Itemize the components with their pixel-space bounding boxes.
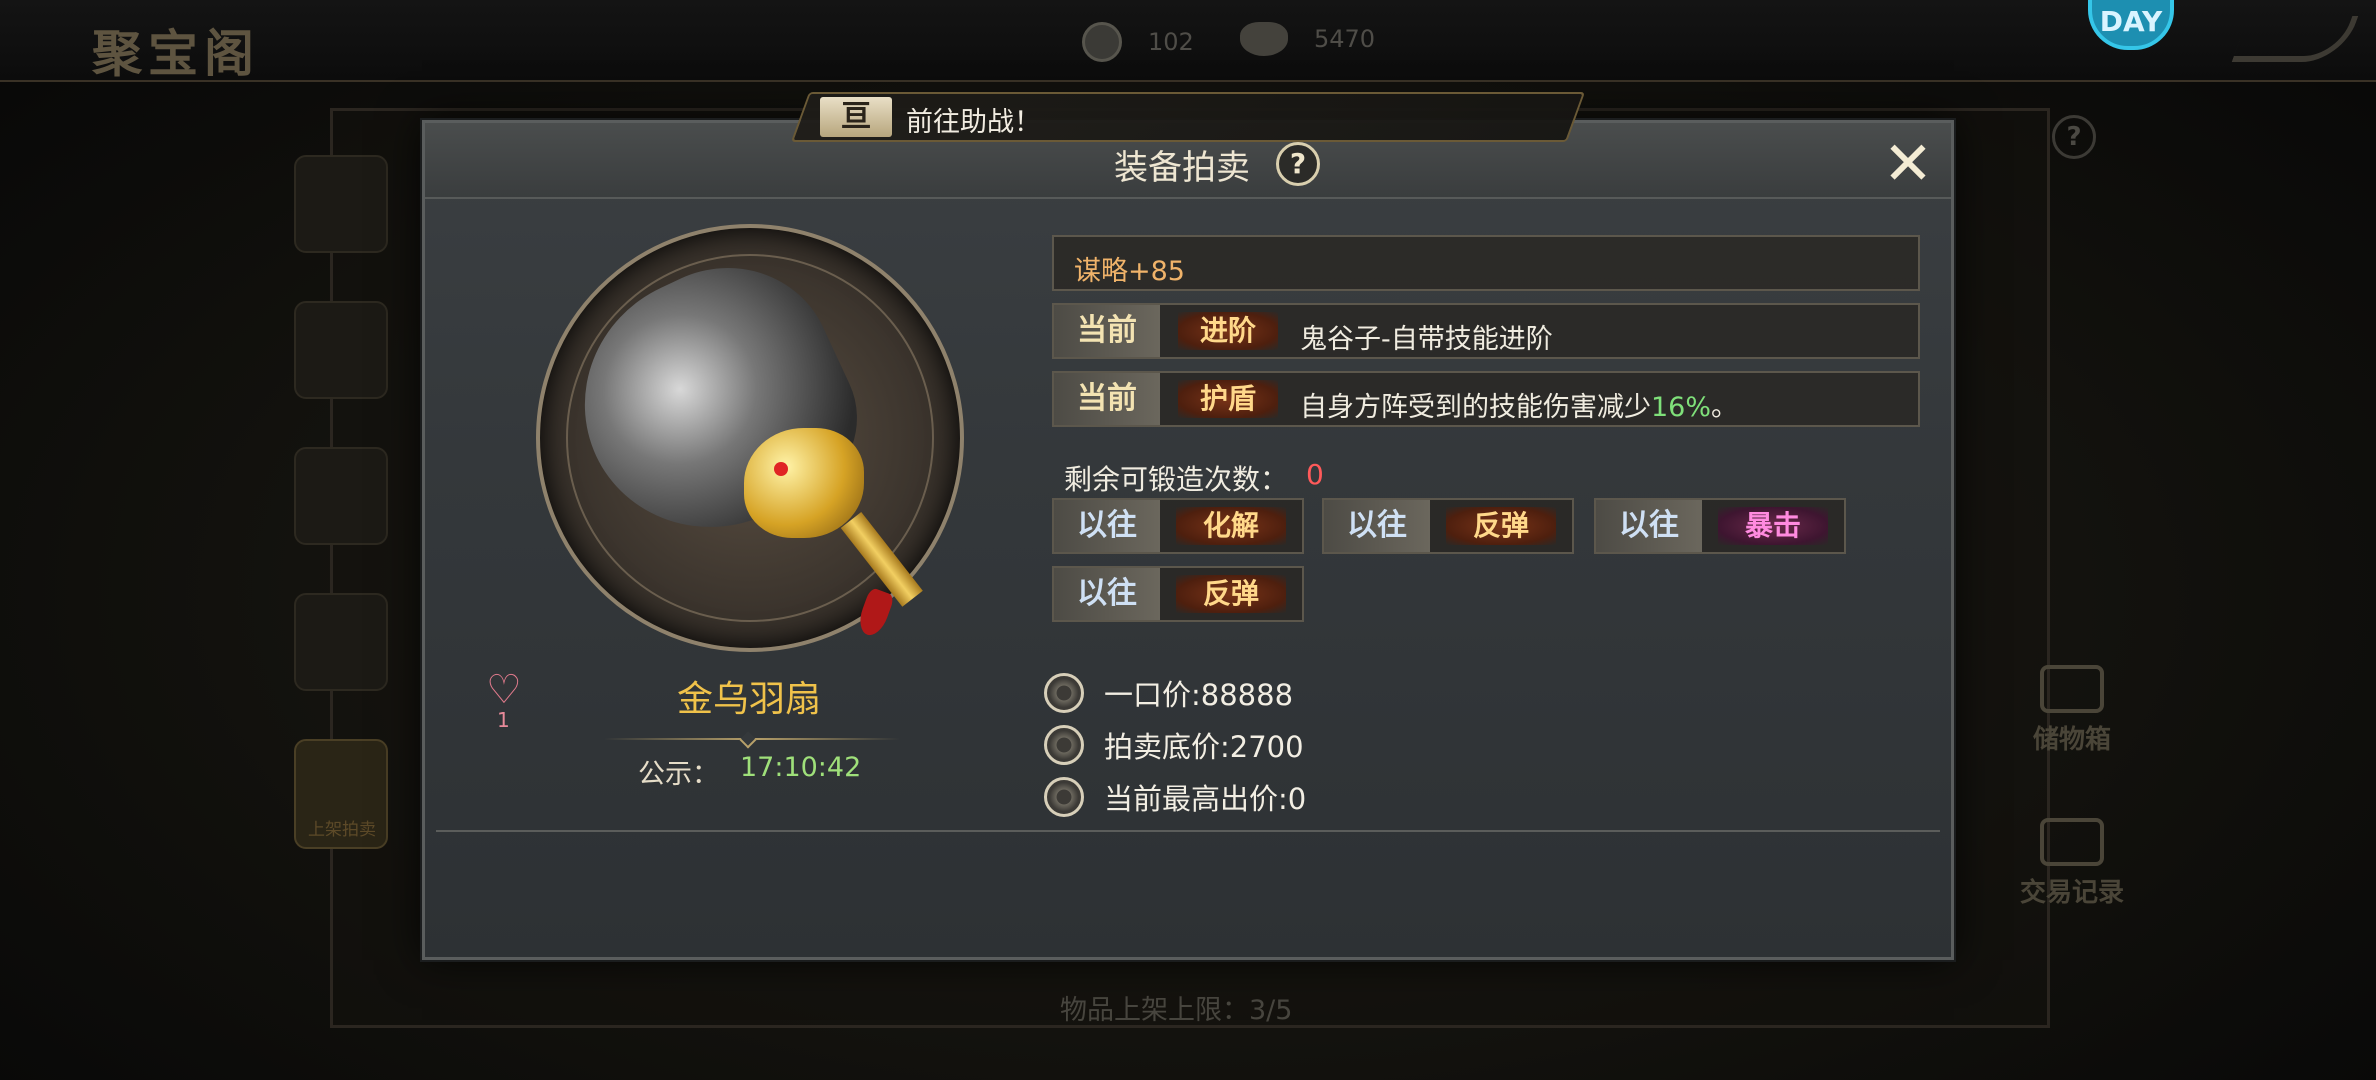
- help-icon[interactable]: ?: [1276, 142, 1320, 186]
- coin-icon: [1044, 725, 1084, 765]
- bird-eye: [774, 462, 788, 476]
- past-kind-tag: 反弹: [1176, 575, 1286, 613]
- effect-suffix: 。: [1711, 392, 1739, 423]
- forge-remaining-value: 0: [1306, 458, 1324, 491]
- effect-description-text: 鬼谷子-自带技能进阶: [1300, 324, 1553, 355]
- past-effect: 以往 反弹: [1052, 566, 1304, 622]
- shelf-limit: 物品上架上限：3/5: [1060, 995, 1293, 1026]
- notice-icon: 亘: [820, 97, 892, 137]
- effect-description-text: 自身方阵受到的技能伤害减少: [1300, 392, 1651, 423]
- reserve-price-row: 拍卖底价:2700: [1044, 724, 1304, 766]
- item-name: 金乌羽扇: [676, 679, 821, 720]
- reserve-price: 拍卖底价:2700: [1104, 730, 1304, 764]
- base-attribute: 谋略+85: [1052, 235, 1920, 291]
- past-tag: 以往: [1596, 500, 1702, 552]
- game-logo-icon: DAY: [2088, 0, 2174, 50]
- past-effect: 以往 暴击: [1594, 498, 1846, 554]
- effect-description: 鬼谷子-自带技能进阶: [1300, 317, 1553, 356]
- shop-help-icon[interactable]: ?: [2052, 115, 2096, 159]
- top-bar: 聚宝阁 102 5470 DAY: [0, 0, 2376, 83]
- ingot-icon: [1240, 22, 1288, 56]
- forge-remaining-label: 剩余可锻造次数：: [1064, 463, 1289, 496]
- side-tabs: [294, 155, 388, 849]
- base-attribute-text: 谋略+85: [1074, 256, 1185, 287]
- ingot-currency: 5470: [1240, 22, 1375, 56]
- golden-bird-head: [744, 428, 864, 538]
- coin-icon: [1082, 22, 1122, 62]
- trade-history-button[interactable]: 交易记录: [2012, 818, 2132, 909]
- highest-bid: 当前最高出价:0: [1104, 782, 1307, 816]
- past-tag: 以往: [1054, 500, 1160, 552]
- buyout-price: 一口价:88888: [1104, 678, 1294, 712]
- public-label: 公示：: [638, 759, 719, 790]
- ingot-amount: 5470: [1314, 25, 1376, 53]
- past-effect: 以往 反弹: [1322, 498, 1574, 554]
- side-tab-2[interactable]: [294, 301, 388, 399]
- effect-description: 自身方阵受到的技能伤害减少16%。: [1300, 385, 1738, 424]
- public-time: 17:10:42: [740, 752, 862, 783]
- trade-history-label: 交易记录: [2019, 878, 2124, 908]
- notice-text: 前往助战！: [906, 107, 1041, 138]
- highest-bid-row: 当前最高出价:0: [1044, 776, 1306, 818]
- past-tag: 以往: [1054, 568, 1160, 620]
- dialog-divider: [436, 830, 1940, 832]
- current-effect-row: 当前 进阶 鬼谷子-自带技能进阶: [1052, 303, 1920, 359]
- past-effect: 以往 化解: [1052, 498, 1304, 554]
- past-kind-tag: 暴击: [1718, 507, 1828, 545]
- buyout-price-row: 一口价:88888: [1044, 672, 1293, 714]
- favorite-count: 1: [497, 708, 510, 732]
- effect-percent: 16%: [1651, 392, 1712, 423]
- current-effect-row: 当前 护盾 自身方阵受到的技能伤害减少16%。: [1052, 371, 1920, 427]
- side-tab-4[interactable]: [294, 593, 388, 691]
- dialog-title: 装备拍卖: [1114, 148, 1250, 188]
- effect-type-tag: 护盾: [1178, 380, 1278, 418]
- side-tab-auction-label: 上架拍卖: [308, 820, 376, 840]
- shop-title: 聚宝阁: [92, 24, 260, 83]
- ledger-icon: [2040, 818, 2104, 866]
- current-tag: 当前: [1054, 373, 1160, 425]
- effect-type-tag: 进阶: [1178, 312, 1278, 350]
- past-tag: 以往: [1324, 500, 1430, 552]
- close-button[interactable]: ✕: [1880, 134, 1936, 194]
- side-tab-1[interactable]: [294, 155, 388, 253]
- storage-label: 储物箱: [2032, 725, 2111, 755]
- storage-button[interactable]: 储物箱: [2012, 665, 2132, 756]
- heart-icon[interactable]: ♡: [486, 670, 522, 710]
- current-tag: 当前: [1054, 305, 1160, 357]
- coin-icon: [1044, 777, 1084, 817]
- coin-icon: [1044, 673, 1084, 713]
- past-kind-tag: 反弹: [1446, 507, 1556, 545]
- coin-currency: 102: [1082, 22, 1194, 62]
- back-button[interactable]: [2231, 16, 2359, 62]
- past-kind-tag: 化解: [1176, 507, 1286, 545]
- side-tab-3[interactable]: [294, 447, 388, 545]
- chest-icon: [2040, 665, 2104, 713]
- coin-amount: 102: [1148, 28, 1194, 56]
